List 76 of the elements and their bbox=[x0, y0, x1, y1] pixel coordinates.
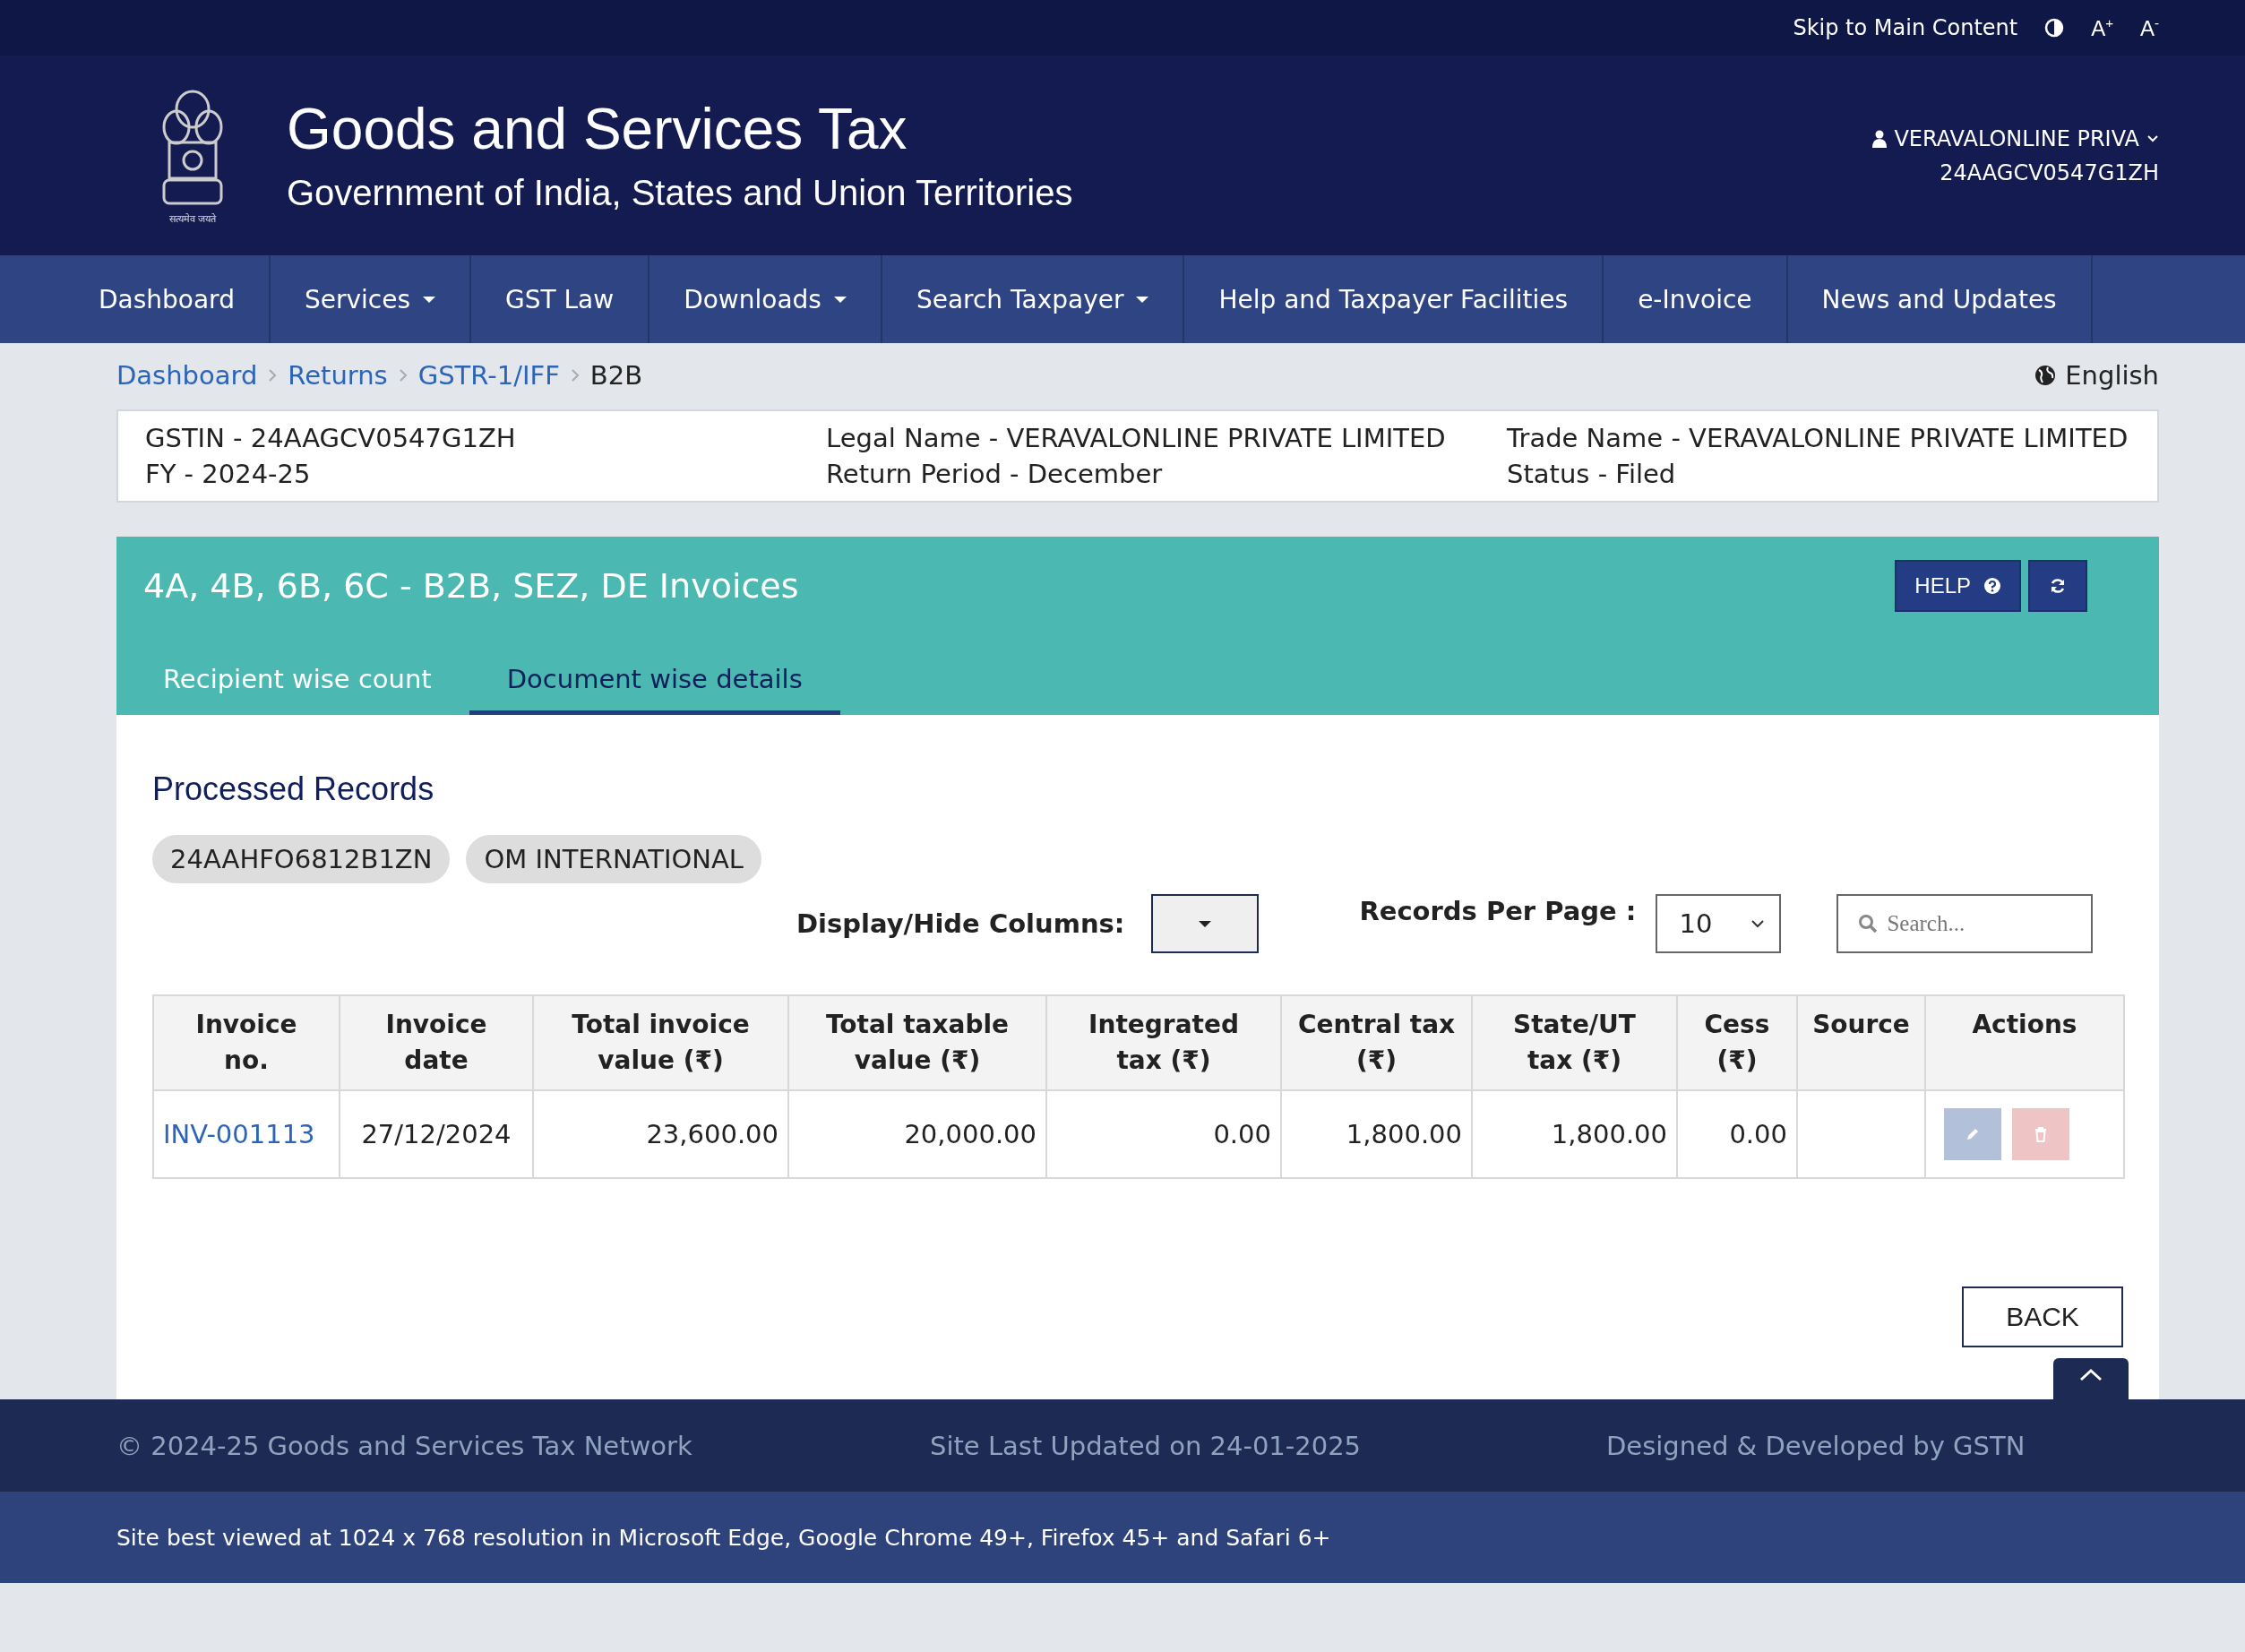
site-subtitle: Government of India, States and Union Territories bbox=[287, 173, 1073, 214]
nav-item[interactable]: GST Law bbox=[471, 255, 650, 343]
user-menu[interactable]: VERAVALONLINE PRIVA bbox=[1894, 122, 2139, 155]
language-selector[interactable]: English bbox=[2065, 360, 2159, 391]
developer-credit: Designed & Developed by GSTN bbox=[1606, 1430, 2026, 1461]
caret-icon bbox=[1199, 920, 1212, 927]
nav-item[interactable]: e-Invoice bbox=[1604, 255, 1788, 343]
nav-item[interactable]: News and Updates bbox=[1787, 255, 2093, 343]
field-label: Records Per Page : bbox=[1359, 896, 1637, 926]
site-title: Goods and Services Tax bbox=[287, 97, 908, 161]
pencil-icon bbox=[1965, 1126, 1981, 1142]
breadcrumb-link[interactable]: Dashboard bbox=[116, 360, 258, 391]
column-header: Integrated tax (₹) bbox=[1046, 995, 1281, 1090]
breadcrumb-current: B2B bbox=[589, 360, 643, 391]
field-label: Display/Hide Columns: bbox=[796, 908, 1125, 939]
nav-item[interactable]: Dashboard bbox=[65, 255, 271, 343]
table-cell: 1,800.00 bbox=[1281, 1090, 1472, 1178]
refresh-icon bbox=[2049, 577, 2067, 595]
column-header: Cess (₹) bbox=[1677, 995, 1797, 1090]
emblem-motto: सत्यमेव जयते bbox=[168, 211, 217, 225]
column-header: Actions bbox=[1925, 995, 2124, 1090]
chevron-right-icon bbox=[268, 368, 278, 383]
copyright-text: © 2024-25 Goods and Services Tax Network bbox=[116, 1430, 693, 1461]
table-cell: 0.00 bbox=[1046, 1090, 1281, 1178]
last-updated-text: Site Last Updated on 24-01-2025 bbox=[930, 1430, 1363, 1461]
back-button[interactable]: BACK bbox=[1962, 1286, 2123, 1347]
section-heading: Processed Records bbox=[152, 770, 435, 808]
info-text: Status - Filed bbox=[1507, 458, 1677, 491]
table-cell: 0.00 bbox=[1677, 1090, 1797, 1178]
skip-link[interactable]: Skip to Main Content bbox=[1793, 15, 2018, 40]
user-gstin: 24AAGCV0547G1ZH bbox=[1939, 159, 2159, 187]
refresh-button[interactable] bbox=[2028, 560, 2087, 612]
column-header: Central tax (₹) bbox=[1281, 995, 1472, 1090]
info-text: Trade Name - VERAVALONLINE PRIVATE LIMITED bbox=[1507, 422, 2129, 455]
column-header: Source bbox=[1797, 995, 1925, 1090]
records-per-page-select[interactable]: 10 bbox=[1656, 894, 1782, 953]
column-header: Invoice date bbox=[340, 995, 533, 1090]
info-text: Legal Name - VERAVALONLINE PRIVATE LIMITED bbox=[826, 422, 1447, 455]
contrast-icon[interactable] bbox=[2044, 18, 2065, 38]
chevron-right-icon bbox=[398, 368, 408, 383]
table-cell: 1,800.00 bbox=[1472, 1090, 1677, 1178]
breadcrumb-link[interactable]: GSTR-1/IFF bbox=[417, 360, 560, 391]
table-cell: 20,000.00 bbox=[788, 1090, 1046, 1178]
nav-item[interactable]: Search Taxpayer bbox=[882, 255, 1185, 343]
nav-item[interactable]: Downloads bbox=[649, 255, 882, 343]
nav-item[interactable]: Services bbox=[270, 255, 471, 343]
filter-chip: 24AAHFO6812B1ZN bbox=[152, 835, 451, 883]
font-size-button[interactable]: A$^{+}$ bbox=[2091, 14, 2113, 41]
info-text: FY - 2024-25 bbox=[145, 458, 312, 491]
column-header: State/UT tax (₹) bbox=[1472, 995, 1677, 1090]
user-icon bbox=[1872, 129, 1888, 148]
section-title: 4A, 4B, 6B, 6C - B2B, SEZ, DE Invoices bbox=[143, 566, 799, 606]
info-text: Return Period - December bbox=[826, 458, 1164, 491]
filter-chip: OM INTERNATIONAL bbox=[466, 835, 761, 883]
question-icon bbox=[1983, 577, 2001, 595]
font-size-button[interactable]: A$^{-}$ bbox=[2140, 14, 2159, 41]
scroll-to-top-button[interactable] bbox=[2053, 1358, 2129, 1399]
columns-dropdown[interactable] bbox=[1151, 894, 1260, 953]
chevron-up-icon bbox=[2078, 1367, 2103, 1381]
help-button[interactable]: HELP bbox=[1895, 560, 2021, 612]
column-header: Total taxable value (₹) bbox=[788, 995, 1046, 1090]
column-header: Total invoice value (₹) bbox=[533, 995, 788, 1090]
globe-icon bbox=[2034, 365, 2057, 386]
search-icon bbox=[1858, 914, 1879, 934]
chevron-down-icon bbox=[2146, 133, 2159, 143]
browser-note: Site best viewed at 1024 x 768 resolution in Microsoft Edge, Google Chrome 49+, Firefox 45+ and Safari 6+ bbox=[116, 1524, 1331, 1551]
chevron-down-icon bbox=[1750, 919, 1766, 928]
search-field[interactable]: Search... bbox=[1836, 894, 2094, 953]
table-cell: 23,600.00 bbox=[533, 1090, 788, 1178]
chevron-right-icon bbox=[570, 368, 580, 383]
breadcrumb-link[interactable]: Returns bbox=[288, 360, 388, 391]
trash-icon bbox=[2034, 1126, 2048, 1142]
table-cell: 27/12/2024 bbox=[340, 1090, 533, 1178]
nav-item[interactable]: Help and Taxpayer Facilities bbox=[1184, 255, 1604, 343]
column-header: Invoice no. bbox=[153, 995, 340, 1090]
info-text: GSTIN - 24AAGCV0547G1ZH bbox=[145, 422, 517, 455]
